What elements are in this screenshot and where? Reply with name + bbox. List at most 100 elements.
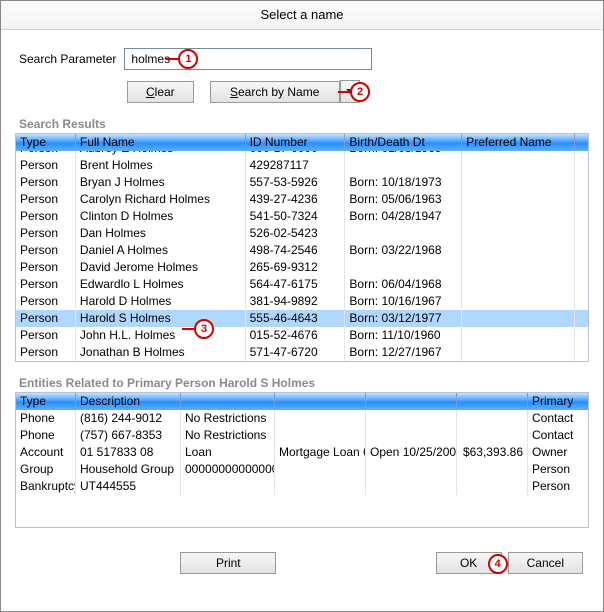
cell-c2 xyxy=(275,461,366,478)
table-row[interactable]: GroupHousehold Group00000000000000014157… xyxy=(16,461,588,478)
cell-bd: Born: 10/18/1973 xyxy=(345,174,462,191)
cell-rtype: Group xyxy=(16,461,76,478)
cell-pref xyxy=(462,208,575,225)
cell-bd xyxy=(345,157,462,174)
table-row[interactable]: PersonBryan J Holmes557-53-5926Born: 10/… xyxy=(16,174,588,191)
related-entities-grid: Type Description Primary Phone(816) 244-… xyxy=(15,392,589,528)
cell-end xyxy=(575,191,588,208)
table-row[interactable]: Phone(757) 667-8353No RestrictionsContac… xyxy=(16,427,588,444)
cell-end xyxy=(575,242,588,259)
cell-type: Person xyxy=(16,293,76,310)
cell-c3: Open 10/25/2006 xyxy=(366,444,457,461)
cell-type: Person xyxy=(16,208,76,225)
col-id-number[interactable]: ID Number xyxy=(246,134,346,151)
related-header-row: Type Description Primary xyxy=(16,393,588,410)
cell-id: 381-94-9892 xyxy=(246,293,346,310)
table-row[interactable]: PersonClinton D Holmes541-50-7324Born: 0… xyxy=(16,208,588,225)
table-row[interactable]: PersonDan Holmes526-02-5423 xyxy=(16,225,588,242)
cell-c1: No Restrictions xyxy=(181,410,275,427)
table-row[interactable]: PersonEdwardlo L Holmes564-47-6175Born: … xyxy=(16,276,588,293)
col-full-name[interactable]: Full Name xyxy=(76,134,246,151)
cell-rtype: Bankruptcy xyxy=(16,478,76,495)
results-body[interactable]: PersonAubrey E Holmes000-17-0000Born: 01… xyxy=(16,151,588,361)
cell-name: Bryan J Holmes xyxy=(76,174,246,191)
related-entities-label: Entities Related to Primary Person Harol… xyxy=(19,376,589,390)
cell-type: Person xyxy=(16,225,76,242)
table-row[interactable]: Phone(816) 244-9012No Restrictions Contac… xyxy=(16,410,588,427)
col-rel-primary[interactable]: Primary xyxy=(528,393,588,410)
chevron-down-icon xyxy=(346,89,354,94)
search-mode-dropdown[interactable] xyxy=(340,80,360,103)
print-button[interactable]: Print xyxy=(180,552,276,574)
cell-type: Person xyxy=(16,157,76,174)
table-row[interactable]: PersonBrent Holmes429287117 xyxy=(16,157,588,174)
dialog-title: Select a name xyxy=(1,1,603,30)
table-row[interactable]: PersonDavid Jerome Holmes265-69-9312 xyxy=(16,259,588,276)
table-row[interactable]: PersonHarold S Holmes555-46-4643Born: 03… xyxy=(16,310,588,327)
cell-pref xyxy=(462,276,575,293)
col-preferred-name[interactable]: Preferred Name xyxy=(462,134,575,151)
col-birth-death[interactable]: Birth/Death Dt xyxy=(345,134,462,151)
cell-c2 xyxy=(275,427,366,444)
clear-button[interactable]: Clear xyxy=(127,81,194,103)
results-header-row: Type Full Name ID Number Birth/Death Dt … xyxy=(16,134,588,151)
cell-name: Dan Holmes xyxy=(76,225,246,242)
cell-id: 564-47-6175 xyxy=(246,276,346,293)
cell-prim: Owner xyxy=(528,444,588,461)
table-row[interactable]: PersonJohn H.L. Holmes015-52-4676Born: 1… xyxy=(16,327,588,344)
cell-name: David Jerome Holmes xyxy=(76,259,246,276)
search-param-input[interactable] xyxy=(124,48,372,70)
cell-id: 429287117 xyxy=(246,157,346,174)
cell-id: 265-69-9312 xyxy=(246,259,346,276)
cell-type: Person xyxy=(16,191,76,208)
cell-bd: Born: 12/27/1967 xyxy=(345,344,462,361)
cell-pref xyxy=(462,225,575,242)
cell-bd: Born: 04/28/1947 xyxy=(345,208,462,225)
cell-id: 555-46-4643 xyxy=(246,310,346,327)
col-type[interactable]: Type xyxy=(16,134,76,151)
cell-rtype: Phone xyxy=(16,427,76,444)
related-hscrollbar[interactable] xyxy=(16,510,588,527)
cell-type: Person xyxy=(16,242,76,259)
cell-type: Person xyxy=(16,259,76,276)
cell-prim: Contact xyxy=(528,427,588,444)
col-rel-description[interactable]: Description xyxy=(76,393,181,410)
related-body[interactable]: Phone(816) 244-9012No Restrictions Contac… xyxy=(16,410,588,510)
cell-c1: 00000000000000014157 xyxy=(181,461,275,478)
cell-type: Person xyxy=(16,276,76,293)
cell-c4: $63,393.86 xyxy=(457,444,528,461)
cell-name: Jonathan B Holmes xyxy=(76,344,246,361)
cell-desc: Household Group xyxy=(76,461,181,478)
cell-end xyxy=(575,276,588,293)
cell-type: Person xyxy=(16,174,76,191)
cell-rtype: Phone xyxy=(16,410,76,427)
cell-pref xyxy=(462,174,575,191)
table-row[interactable]: BankruptcyUT444555Person xyxy=(16,478,588,495)
col-rel-c4[interactable] xyxy=(457,393,528,410)
col-rel-c3[interactable] xyxy=(366,393,457,410)
cell-end xyxy=(575,174,588,191)
search-by-name-button[interactable]: Search by Name xyxy=(210,81,340,103)
cell-c3 xyxy=(366,461,457,478)
cell-rtype: Account xyxy=(16,444,76,461)
cell-prim: Person xyxy=(528,461,588,478)
col-rel-c2[interactable] xyxy=(275,393,366,410)
cell-prim: Contact xyxy=(528,410,588,427)
cell-bd: Born: 06/04/1968 xyxy=(345,276,462,293)
cancel-button[interactable]: Cancel xyxy=(508,552,583,574)
table-row[interactable]: Account01 517833 08LoanMortgage Loan 6Op… xyxy=(16,444,588,461)
col-rel-type[interactable]: Type xyxy=(16,393,76,410)
cell-bd: Born: 11/10/1960 xyxy=(345,327,462,344)
ok-button[interactable]: OK xyxy=(436,552,502,574)
col-rel-c1[interactable] xyxy=(181,393,275,410)
table-row[interactable]: PersonCarolyn Richard Holmes439-27-4236B… xyxy=(16,191,588,208)
table-row[interactable]: PersonHarold D Holmes381-94-9892Born: 10… xyxy=(16,293,588,310)
cell-c4 xyxy=(457,427,528,444)
table-row[interactable]: PersonDaniel A Holmes498-74-2546Born: 03… xyxy=(16,242,588,259)
table-row[interactable]: PersonJonathan B Holmes571-47-6720Born: … xyxy=(16,344,588,361)
cell-c1: No Restrictions xyxy=(181,427,275,444)
search-results-label: Search Results xyxy=(19,117,589,131)
cell-c1 xyxy=(181,478,275,495)
cell-desc: (816) 244-9012 xyxy=(76,410,181,427)
cell-name: John H.L. Holmes xyxy=(76,327,246,344)
